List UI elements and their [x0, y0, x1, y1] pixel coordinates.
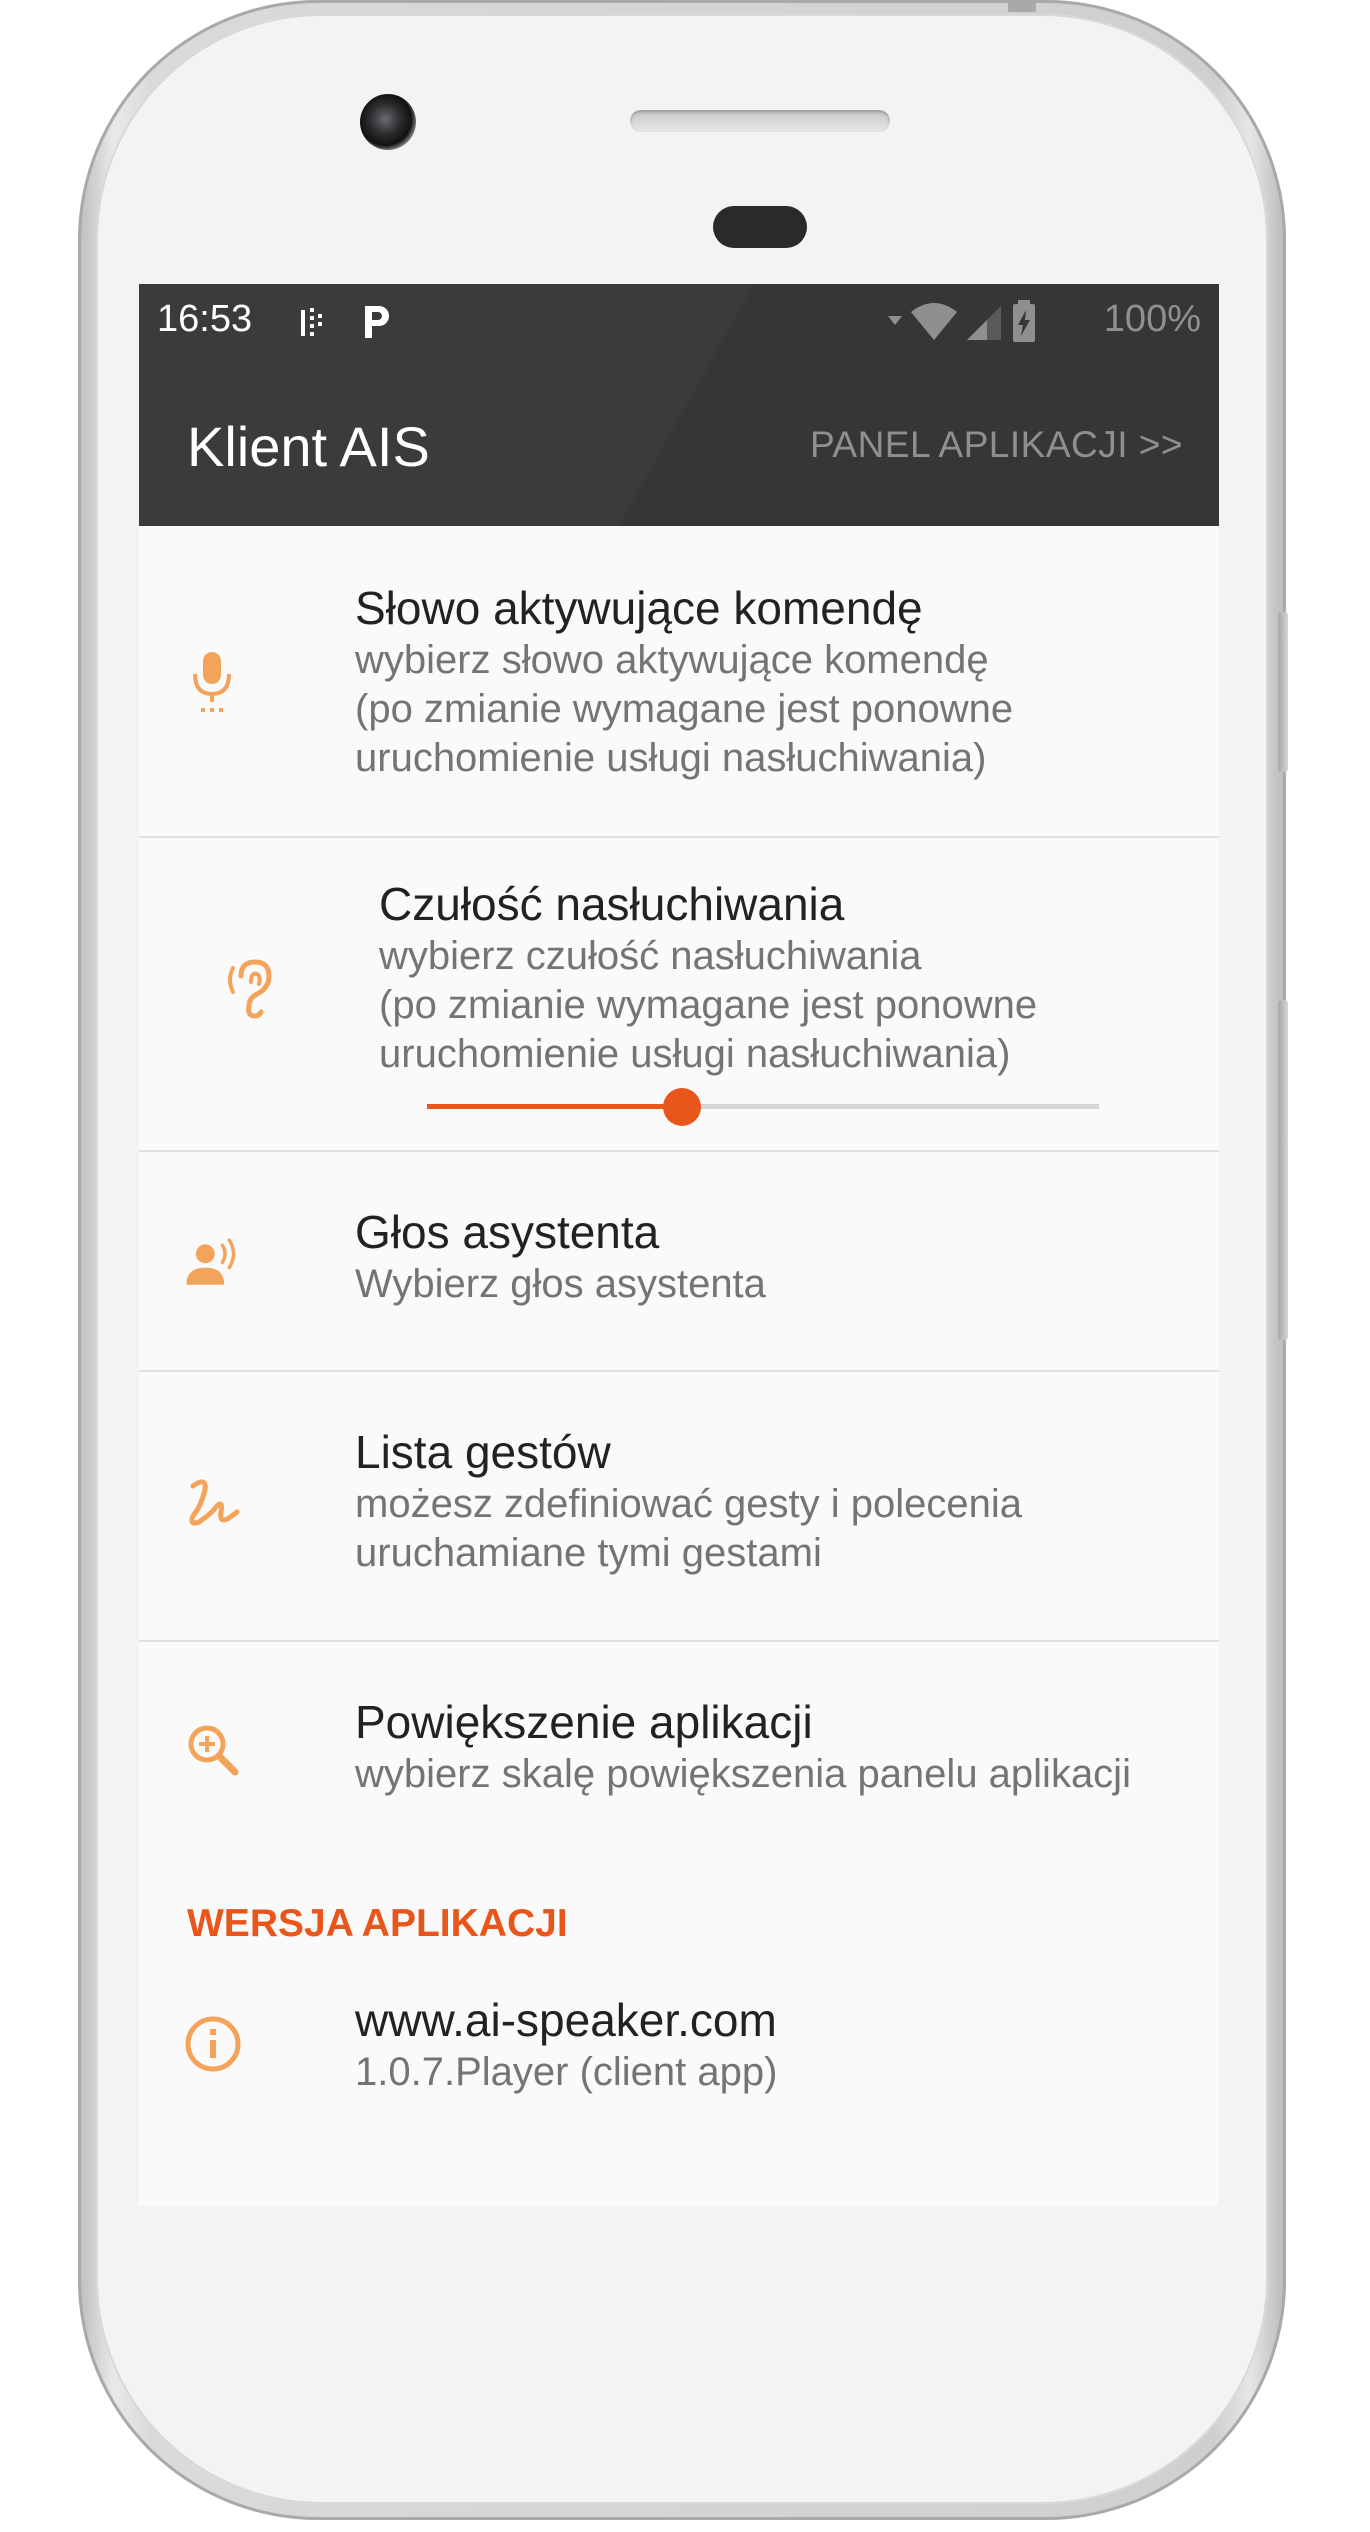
- front-camera: [360, 94, 416, 150]
- proximity-sensor: [713, 206, 807, 248]
- version-item[interactable]: www.ai-speaker.com 1.0.7.Player (client …: [139, 1972, 1219, 2172]
- notification-icon: [301, 308, 322, 336]
- version-title: www.ai-speaker.com: [355, 1994, 777, 2046]
- wifi-icon: [911, 303, 957, 340]
- signal-icon: [967, 306, 1001, 340]
- power-button-top: [1008, 0, 1036, 12]
- app-title: Klient AIS: [187, 415, 430, 478]
- setting-summary-line: wybierz słowo aktywujące komendę: [355, 638, 989, 682]
- stage: 16:53 100% Klient AIS PANEL APLIKACJI >>…: [0, 0, 1370, 2532]
- setting-texts: Powiększenie aplikacji wybierz skalę pow…: [355, 1694, 1131, 1799]
- version-texts: www.ai-speaker.com 1.0.7.Player (client …: [355, 1992, 777, 2097]
- setting-title: Powiększenie aplikacji: [355, 1696, 813, 1748]
- gesture-icon: [189, 1479, 240, 1526]
- section-header: WERSJA APLIKACJI: [187, 1902, 568, 1945]
- earpiece-speaker: [630, 110, 890, 132]
- setting-summary-line: uruchamiane tymi gestami: [355, 1531, 822, 1575]
- setting-summary-line: (po zmianie wymagane jest ponowne: [379, 983, 1038, 1027]
- battery-charging-icon: [1013, 300, 1035, 342]
- slider-fill: [427, 1104, 682, 1109]
- slider-thumb[interactable]: [663, 1088, 701, 1126]
- setting-summary-line: uruchomienie usługi nasłuchiwania): [379, 1032, 1011, 1076]
- zoom-in-icon: [188, 1725, 239, 1776]
- setting-texts: Czułość nasłuchiwania wybierz czułość na…: [379, 876, 1037, 1079]
- screen: 16:53 100% Klient AIS PANEL APLIKACJI >>…: [139, 284, 1219, 2206]
- setting-gestures[interactable]: Lista gestów możesz zdefiniować gesty i …: [139, 1370, 1219, 1640]
- setting-sensitivity[interactable]: Czułość nasłuchiwania wybierz czułość na…: [139, 836, 1219, 1150]
- setting-summary-line: (po zmianie wymagane jest ponowne: [355, 687, 1014, 731]
- setting-texts: Lista gestów możesz zdefiniować gesty i …: [355, 1424, 1022, 1578]
- setting-voice[interactable]: Głos asystenta Wybierz głos asystenta: [139, 1150, 1219, 1370]
- ear-icon: [228, 959, 272, 1019]
- app-toolbar: Klient AIS PANEL APLIKACJI >>: [139, 360, 1219, 526]
- setting-title: Głos asystenta: [355, 1206, 660, 1258]
- panel-app-button[interactable]: PANEL APLIKACJI >>: [810, 424, 1183, 466]
- setting-texts: Głos asystenta Wybierz głos asystenta: [355, 1204, 766, 1309]
- setting-texts: Słowo aktywujące komendę wybierz słowo a…: [355, 580, 1013, 783]
- side-button-lower: [1278, 1000, 1288, 1340]
- status-battery: 100%: [1103, 298, 1201, 340]
- status-time: 16:53: [157, 298, 253, 340]
- setting-summary-line: możesz zdefiniować gesty i polecenia: [355, 1482, 1023, 1526]
- setting-wake-word[interactable]: Słowo aktywujące komendę wybierz słowo a…: [139, 526, 1219, 836]
- setting-summary-line: wybierz skalę powiększenia panelu aplika…: [355, 1752, 1131, 1796]
- setting-title: Słowo aktywujące komendę: [355, 582, 923, 634]
- microphone-icon: [193, 652, 231, 712]
- version-summary: 1.0.7.Player (client app): [355, 2050, 778, 2094]
- setting-zoom[interactable]: Powiększenie aplikacji wybierz skalę pow…: [139, 1640, 1219, 1862]
- setting-title: Czułość nasłuchiwania: [379, 878, 845, 930]
- setting-summary-line: wybierz czułość nasłuchiwania: [379, 934, 922, 978]
- parking-icon: [365, 306, 389, 338]
- setting-summary-line: uruchomienie usługi nasłuchiwania): [355, 736, 987, 780]
- setting-summary-line: Wybierz głos asystenta: [355, 1262, 766, 1306]
- settings-list: Słowo aktywujące komendę wybierz słowo a…: [139, 526, 1219, 2202]
- data-arrow-icon: [888, 316, 902, 325]
- version-section: WERSJA APLIKACJI www.ai-speaker.com 1.0.…: [139, 1862, 1219, 2202]
- voice-icon: [186, 1238, 236, 1285]
- side-button-upper: [1278, 612, 1288, 772]
- info-icon: [185, 2016, 241, 2072]
- setting-title: Lista gestów: [355, 1426, 611, 1478]
- sensitivity-slider[interactable]: [427, 1088, 1099, 1126]
- status-bar: 16:53 100%: [139, 284, 1219, 360]
